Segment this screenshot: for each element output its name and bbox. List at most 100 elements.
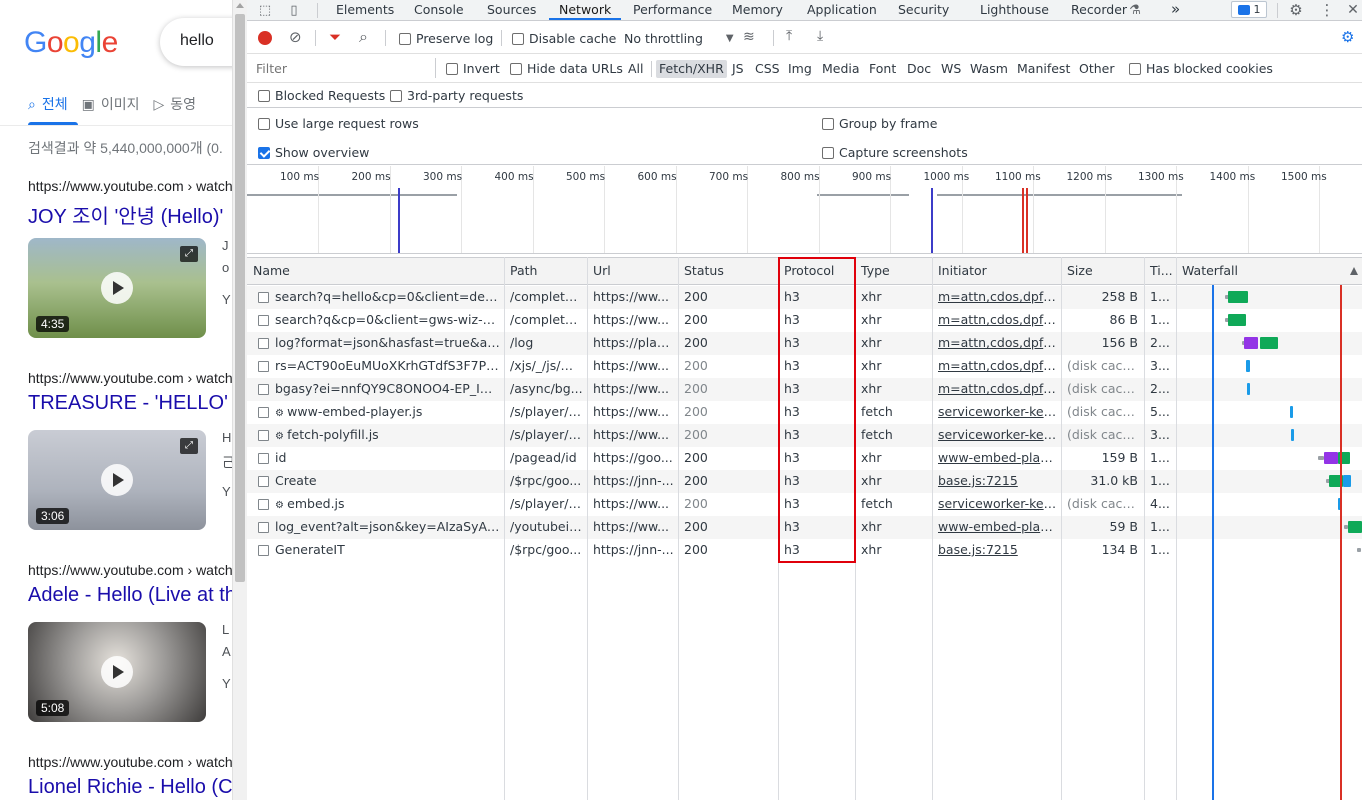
column-divider[interactable] (587, 257, 588, 800)
filter-type-font[interactable]: Font (866, 60, 899, 78)
filter-type-ws[interactable]: WS (938, 60, 964, 78)
filter-input[interactable] (253, 58, 433, 78)
export-har-button[interactable]: ⤓ (817, 28, 823, 44)
capture-screenshots-checkbox[interactable]: Capture screenshots (822, 145, 968, 160)
video-thumbnail[interactable]: ⤢ 4:35 (28, 238, 206, 338)
table-row[interactable]: search?q=hello&cp=0&client=deskt... /comp… (247, 286, 1362, 309)
clear-button[interactable]: ⊘ (289, 28, 302, 46)
tab-network[interactable]: Network (549, 0, 622, 20)
inspect-element-icon[interactable]: ⬚ (256, 1, 274, 19)
column-header-protocol[interactable]: Protocol (778, 258, 855, 286)
filter-type-wasm[interactable]: Wasm (967, 60, 1011, 78)
checkbox[interactable] (390, 89, 402, 102)
cell-initiator[interactable]: m=attn,cdos,dpf,h... (932, 332, 1061, 355)
column-header-size[interactable]: Size (1061, 258, 1144, 286)
issues-badge[interactable]: 1 (1231, 1, 1267, 18)
column-header-url[interactable]: Url (587, 258, 678, 286)
column-divider[interactable] (1061, 257, 1062, 800)
checkbox[interactable] (258, 117, 270, 130)
search-button[interactable]: ⌕ (359, 27, 368, 47)
large-rows-checkbox[interactable]: Use large request rows (258, 116, 419, 131)
column-divider[interactable] (504, 257, 505, 800)
checkbox[interactable] (258, 146, 270, 159)
result-cite[interactable]: https://www.youtube.com › watch (28, 754, 232, 770)
filter-button[interactable]: ⏷ (329, 28, 341, 46)
has-blocked-cookies-checkbox[interactable]: Has blocked cookies (1129, 61, 1273, 76)
google-logo[interactable]: Google (24, 26, 118, 60)
filter-type-all[interactable]: All (625, 60, 647, 78)
result-title[interactable]: Lionel Richie - Hello (C (28, 776, 232, 799)
tab-application[interactable]: Application (807, 0, 877, 20)
checkbox[interactable] (399, 32, 411, 45)
scrollbar-thumb[interactable] (235, 14, 245, 582)
cell-initiator[interactable]: serviceworker-kevl... (932, 424, 1061, 447)
filter-type-css[interactable]: CSS (752, 60, 783, 78)
page-scrollbar[interactable] (232, 0, 247, 800)
column-header-path[interactable]: Path (504, 258, 587, 286)
column-header-name[interactable]: Name (247, 258, 504, 286)
filter-type-doc[interactable]: Doc (904, 60, 934, 78)
cell-initiator[interactable]: m=attn,cdos,dpf,h... (932, 286, 1061, 309)
hide-data-urls-checkbox[interactable]: Hide data URLs (510, 61, 623, 76)
network-settings-button[interactable]: ⚙ (1341, 28, 1354, 46)
filter-type-fetch-xhr[interactable]: Fetch/XHR (656, 60, 727, 78)
throttling-select[interactable]: No throttling ▼ (624, 31, 734, 46)
scroll-up-icon[interactable] (236, 3, 244, 8)
group-by-frame-checkbox[interactable]: Group by frame (822, 116, 937, 131)
filter-type-manifest[interactable]: Manifest (1014, 60, 1073, 78)
result-cite[interactable]: https://www.youtube.com › watch (28, 562, 232, 578)
checkbox[interactable] (822, 117, 834, 130)
cell-initiator[interactable]: m=attn,cdos,dpf,h... (932, 355, 1061, 378)
device-toolbar-icon[interactable]: ▯ (285, 1, 303, 19)
cell-initiator[interactable]: www-embed-play... (932, 516, 1061, 539)
tab-images[interactable]: ▣ 이미지 (82, 94, 140, 114)
cell-initiator[interactable]: www-embed-play... (932, 447, 1061, 470)
table-row[interactable]: id/pagead/id https://goo... 200 h3 xhr www-em… (247, 447, 1362, 470)
column-header-initiator[interactable]: Initiator (932, 258, 1061, 286)
result-title[interactable]: JOY 조이 '안녕 (Hello)' (28, 200, 232, 229)
cell-initiator[interactable]: m=attn,cdos,dpf,h... (932, 378, 1061, 401)
import-har-button[interactable]: ⤒ (786, 28, 792, 44)
video-thumbnail[interactable]: ⤢ 3:06 (28, 430, 206, 530)
tab-lighthouse[interactable]: Lighthouse (980, 0, 1049, 20)
kebab-menu-icon[interactable]: ⋮ (1318, 1, 1336, 19)
close-icon[interactable]: ✕ (1344, 1, 1362, 19)
checkbox[interactable] (512, 32, 524, 45)
column-header-status[interactable]: Status (678, 258, 778, 286)
column-divider[interactable] (778, 257, 779, 800)
column-divider[interactable] (1144, 257, 1145, 800)
column-divider[interactable] (678, 257, 679, 800)
show-overview-checkbox[interactable]: Show overview (258, 145, 369, 160)
checkbox[interactable] (1129, 62, 1141, 75)
result-cite[interactable]: https://www.youtube.com › watch (28, 370, 232, 386)
checkbox[interactable] (446, 62, 458, 75)
tab-memory[interactable]: Memory (732, 0, 783, 20)
tab-sources[interactable]: Sources (487, 0, 536, 20)
column-header-time[interactable]: Ti... (1144, 258, 1176, 286)
table-row[interactable]: ⚙ embed.js/s/player/4... https://ww... 200… (247, 493, 1362, 516)
result-title[interactable]: Adele - Hello (Live at th (28, 584, 232, 607)
result-title[interactable]: TREASURE - 'HELLO' (28, 392, 232, 415)
table-row[interactable]: search?q&cp=0&client=gws-wiz-ser... /comp… (247, 309, 1362, 332)
table-row[interactable]: rs=ACT90oEuMUoXKrhGTdfS3F7PM... /xjs/_/js… (247, 355, 1362, 378)
cell-initiator[interactable]: base.js:7215 (932, 539, 1061, 562)
cell-initiator[interactable]: serviceworker-kevl... (932, 493, 1061, 516)
tab-console[interactable]: Console (414, 0, 464, 20)
network-conditions-button[interactable]: ≋ (743, 29, 755, 45)
search-input[interactable]: hello (160, 18, 232, 66)
invert-checkbox[interactable]: Invert (446, 61, 500, 76)
tab-recorder[interactable]: Recorder (1071, 0, 1127, 20)
video-thumbnail[interactable]: 5:08 (28, 622, 206, 722)
filter-type-img[interactable]: Img (785, 60, 815, 78)
record-button[interactable] (258, 31, 272, 45)
table-row[interactable]: ⚙ www-embed-player.js/s/player/4... https… (247, 401, 1362, 424)
filter-type-js[interactable]: JS (729, 60, 747, 78)
disable-cache-checkbox[interactable]: Disable cache (512, 31, 616, 46)
expand-icon[interactable]: ⤢ (180, 438, 198, 454)
preserve-log-checkbox[interactable]: Preserve log (399, 31, 493, 46)
checkbox[interactable] (258, 89, 270, 102)
table-row[interactable]: log_event?alt=json&key=AIzaSyAO_... /yout… (247, 516, 1362, 539)
third-party-checkbox[interactable]: 3rd-party requests (390, 88, 523, 103)
table-row[interactable]: bgasy?ei=nnfQY9C8ONOO4-EP_IC6... /async/b… (247, 378, 1362, 401)
expand-icon[interactable]: ⤢ (180, 246, 198, 262)
